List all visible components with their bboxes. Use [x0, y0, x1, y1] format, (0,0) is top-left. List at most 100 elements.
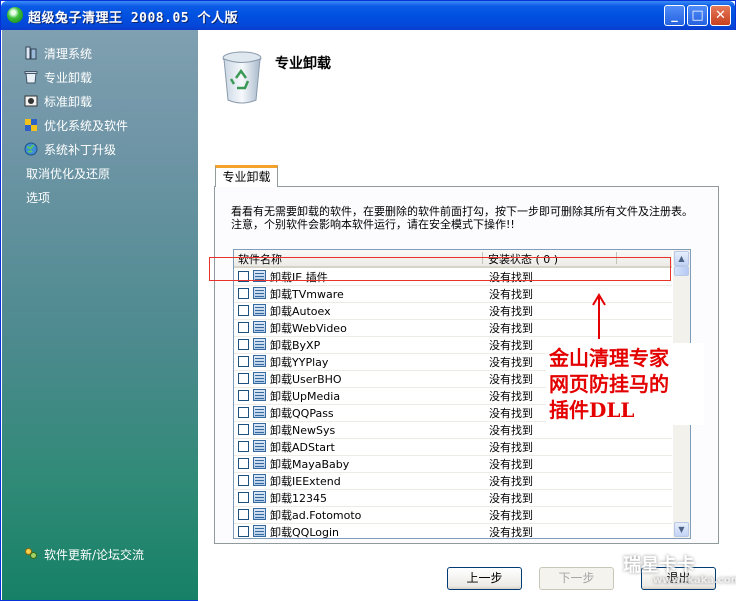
minimize-button[interactable]: _: [664, 5, 685, 26]
sidebar-item-patch-update[interactable]: 系统补丁升级: [24, 141, 116, 159]
program-icon: [253, 491, 266, 503]
app-logo-icon: [7, 7, 23, 23]
row-name: 卸载TVmware: [270, 288, 344, 301]
sidebar-item-optimize[interactable]: 优化系统及软件: [24, 117, 128, 135]
sidebar-item-label: 清理系统: [44, 47, 93, 61]
table-row[interactable]: 卸载QQLogin 没有找到: [234, 523, 672, 538]
row-checkbox[interactable]: [238, 288, 249, 299]
program-icon: [253, 321, 266, 333]
watermark-url: www.ikaka.com: [653, 575, 736, 586]
sidebar-item-pro-uninstall[interactable]: 专业卸载: [24, 69, 92, 87]
next-button[interactable]: 下一步: [539, 567, 614, 590]
row-name: 卸载NewSys: [270, 424, 336, 437]
row-checkbox[interactable]: [238, 509, 249, 520]
program-icon: [253, 423, 266, 435]
table-row[interactable]: 卸载MayaBaby 没有找到: [234, 455, 672, 473]
row-name: 卸载ADStart: [270, 441, 335, 454]
row-status: 没有找到: [489, 458, 533, 471]
watermark-text: 瑞星卡卡: [623, 555, 695, 576]
program-icon: [253, 389, 266, 401]
table-row[interactable]: 卸载ad.Fotomoto 没有找到: [234, 506, 672, 524]
row-name: 卸载QQPass: [270, 407, 334, 420]
tab-pro-uninstall[interactable]: 专业卸载: [215, 165, 278, 187]
watermark: 瑞星卡卡 www.ikaka.com: [623, 551, 736, 591]
program-icon: [253, 508, 266, 520]
sidebar-item-label: 系统补丁升级: [44, 143, 117, 157]
sidebar-item-options[interactable]: 选项: [26, 189, 50, 207]
page-title: 专业卸载: [275, 56, 331, 72]
row-checkbox[interactable]: [238, 492, 249, 503]
program-icon: [253, 287, 266, 299]
sidebar-footer-link[interactable]: 软件更新/论坛交流: [24, 546, 144, 564]
row-status: 没有找到: [489, 356, 533, 369]
row-checkbox[interactable]: [238, 390, 249, 401]
annotation-callout: 金山清理专家 网页防挂马的 插件DLL: [546, 343, 704, 425]
annotation-line: 网页防挂马的: [549, 372, 669, 396]
table-row[interactable]: 卸载12345 没有找到: [234, 489, 672, 507]
annotation-arrow-icon: [592, 293, 606, 339]
program-icon: [253, 474, 266, 486]
annotation-line: 金山清理专家: [549, 346, 669, 370]
highlight-box: [209, 257, 671, 281]
row-status: 没有找到: [489, 475, 533, 488]
row-checkbox[interactable]: [238, 373, 249, 384]
program-icon: [253, 457, 266, 469]
program-icon: [253, 355, 266, 367]
row-checkbox[interactable]: [238, 526, 249, 537]
row-checkbox[interactable]: [238, 305, 249, 316]
scroll-down-button[interactable]: ▼: [674, 522, 689, 537]
row-checkbox[interactable]: [238, 407, 249, 418]
table-row[interactable]: 卸载ADStart 没有找到: [234, 438, 672, 456]
sidebar-item-clean-system[interactable]: 清理系统: [24, 45, 92, 63]
sidebar-item-restore[interactable]: 取消优化及还原: [26, 165, 110, 183]
row-checkbox[interactable]: [238, 356, 249, 367]
row-name: 卸载UpMedia: [270, 390, 341, 403]
row-checkbox[interactable]: [238, 339, 249, 350]
row-status: 没有找到: [489, 441, 533, 454]
row-name: 卸载12345: [270, 492, 327, 505]
sidebar: 清理系统 专业卸载 标准卸载 优化系统及软件 系统补丁升级 取消优化及还原 选项: [2, 30, 198, 600]
description-text: 看看有无需要卸载的软件，在要删除的软件前面打勾，按下一步即可删除其所有文件及注册…: [231, 205, 693, 231]
row-name: 卸载Autoex: [270, 305, 331, 318]
row-status: 没有找到: [489, 305, 533, 318]
recycle-bin-icon: [24, 71, 38, 84]
row-status: 没有找到: [489, 424, 533, 437]
window-title: 超级兔子清理王 2008.05 个人版: [28, 11, 238, 26]
sidebar-item-label: 优化系统及软件: [44, 119, 129, 133]
row-name: 卸载UserBHO: [270, 373, 342, 386]
row-status: 没有找到: [489, 339, 533, 352]
row-name: 卸载IEExtend: [270, 475, 341, 488]
program-icon: [253, 406, 266, 418]
sidebar-footer-label: 软件更新/论坛交流: [44, 548, 145, 562]
program-icon: [253, 525, 266, 537]
scroll-up-button[interactable]: ▲: [674, 251, 689, 266]
row-checkbox[interactable]: [238, 458, 249, 469]
title-bar[interactable]: 超级兔子清理王 2008.05 个人版 _ □ ✕: [1, 1, 735, 30]
table-row[interactable]: 卸载IEExtend 没有找到: [234, 472, 672, 490]
program-icon: [253, 372, 266, 384]
row-checkbox[interactable]: [238, 441, 249, 452]
sidebar-item-label: 专业卸载: [44, 71, 93, 85]
program-icon: [253, 338, 266, 350]
row-checkbox[interactable]: [238, 424, 249, 435]
row-status: 没有找到: [489, 407, 533, 420]
maximize-button[interactable]: □: [687, 5, 708, 26]
sidebar-item-standard-uninstall[interactable]: 标准卸载: [24, 93, 92, 111]
close-button[interactable]: ✕: [710, 5, 731, 26]
app-window: 超级兔子清理王 2008.05 个人版 _ □ ✕ 清理系统 专业卸载 标准卸载…: [0, 0, 736, 601]
globe-icon: [24, 142, 38, 156]
prev-button[interactable]: 上一步: [447, 567, 522, 590]
scroll-thumb[interactable]: [674, 266, 689, 276]
recycle-bin-icon: [222, 51, 262, 104]
row-status: 没有找到: [489, 509, 533, 522]
main-content: 专业卸载 专业卸载 看看有无需要卸载的软件，在要删除的软件前面打勾，按下一步即可…: [198, 30, 736, 601]
row-name: 卸载MayaBaby: [270, 458, 350, 471]
row-name: 卸载ad.Fotomoto: [270, 509, 362, 522]
row-status: 没有找到: [489, 373, 533, 386]
row-status: 没有找到: [489, 322, 533, 335]
row-checkbox[interactable]: [238, 322, 249, 333]
row-name: 卸载ByXP: [270, 339, 321, 352]
row-checkbox[interactable]: [238, 475, 249, 486]
uninstall-icon: [24, 95, 38, 107]
sidebar-item-label: 标准卸载: [44, 95, 93, 109]
